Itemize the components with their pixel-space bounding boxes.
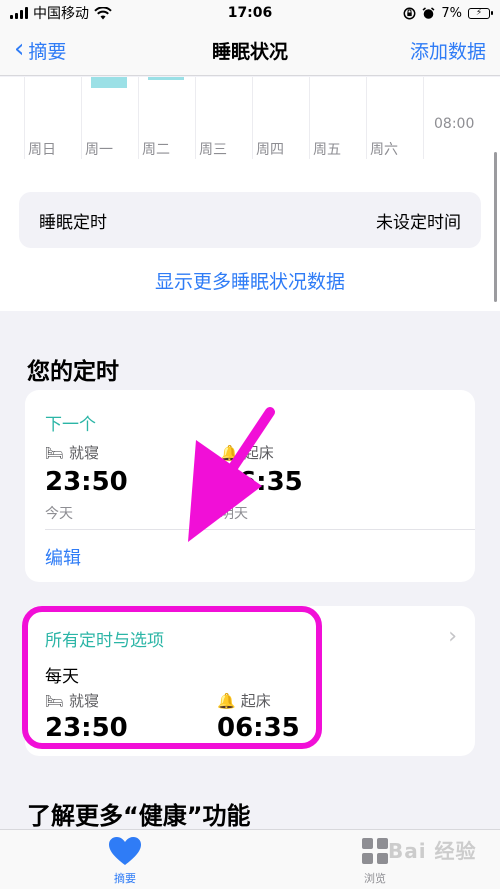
- watermark: Bai 经验: [388, 839, 477, 863]
- learn-more-heading: 了解更多“健康”功能: [27, 802, 251, 830]
- tab-summary-label: 摘要: [114, 872, 136, 885]
- annotation-highlight-box: [22, 606, 322, 749]
- tab-browse-label: 浏览: [364, 872, 386, 885]
- grid-icon: [362, 838, 388, 864]
- heart-icon: [109, 837, 141, 865]
- tab-summary[interactable]: 摘要: [100, 836, 150, 886]
- chevron-right-icon: ›: [448, 624, 457, 649]
